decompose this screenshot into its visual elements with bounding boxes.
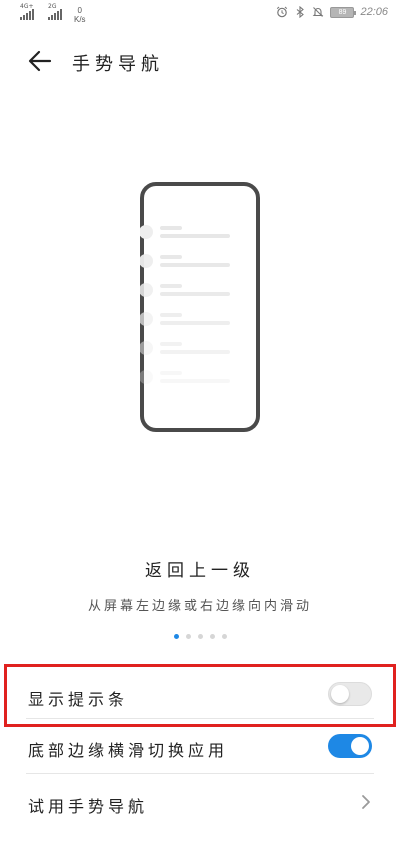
divider: [26, 773, 374, 774]
page-indicator[interactable]: [0, 634, 400, 639]
page-dot-4[interactable]: [209, 634, 215, 639]
status-bar: 4G+ 2G 0 K/s 89 22:06: [0, 0, 400, 32]
gesture-title: 返回上一级: [145, 561, 255, 581]
battery-icon: 89: [330, 6, 357, 18]
battery-level: 89: [338, 8, 347, 16]
bottom-swipe-label: 底部边缘横滑切换应用: [28, 741, 229, 760]
page-dot-3[interactable]: [197, 634, 203, 639]
setting-bottom-swipe-switch-apps[interactable]: 底部边缘横滑切换应用: [0, 720, 400, 774]
signal-icon-sim1: 4G+: [20, 3, 34, 20]
status-right: 89 22:06: [276, 6, 388, 18]
page-dot-5[interactable]: [221, 634, 227, 639]
back-arrow-icon[interactable]: [26, 47, 54, 75]
page-title: 手势导航: [72, 54, 164, 75]
status-left: 4G+ 2G 0 K/s: [20, 3, 86, 24]
setting-try-gesture-nav[interactable]: 试用手势导航: [0, 775, 400, 831]
network-speed: 0 K/s: [74, 6, 86, 24]
bottom-swipe-toggle[interactable]: [328, 734, 372, 758]
alarm-icon: [277, 6, 288, 18]
try-gesture-nav-label: 试用手势导航: [28, 797, 149, 816]
sim2-network-tag: 2G: [48, 3, 57, 10]
gesture-description: 从屏幕左边缘或右边缘向内滑动: [87, 599, 312, 614]
toggle-knob: [351, 737, 369, 755]
network-speed-unit: K/s: [74, 15, 86, 24]
sim1-network-tag: 4G+: [20, 3, 34, 10]
clock: 22:06: [360, 6, 388, 18]
bluetooth-icon: [297, 6, 305, 18]
highlight-box: [4, 664, 396, 727]
gesture-demo-illustration: [140, 182, 260, 432]
page-dot-2[interactable]: [185, 634, 191, 639]
page-dot-1[interactable]: [173, 634, 179, 639]
mute-icon: [313, 7, 324, 17]
network-speed-value: 0: [77, 6, 82, 15]
chevron-right-icon: [362, 795, 370, 809]
app-bar: 手势导航: [0, 38, 400, 84]
signal-icon-sim2: 2G: [48, 3, 62, 20]
